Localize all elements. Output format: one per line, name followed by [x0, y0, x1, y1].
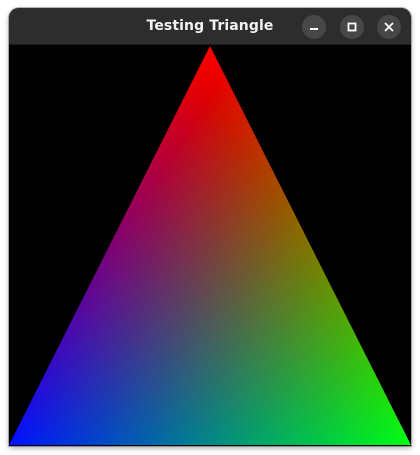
- app-window: Testing Triangle: [9, 8, 411, 446]
- close-button[interactable]: [377, 15, 401, 39]
- triangle-canvas: [9, 46, 411, 445]
- close-icon: [384, 22, 394, 32]
- maximize-button[interactable]: [340, 15, 364, 39]
- minimize-button[interactable]: [302, 15, 326, 39]
- minimize-icon: [309, 22, 319, 32]
- render-canvas[interactable]: [9, 45, 411, 446]
- maximize-icon: [347, 22, 357, 32]
- title-bar[interactable]: Testing Triangle: [9, 8, 411, 45]
- triangle-green-channel: [9, 46, 411, 445]
